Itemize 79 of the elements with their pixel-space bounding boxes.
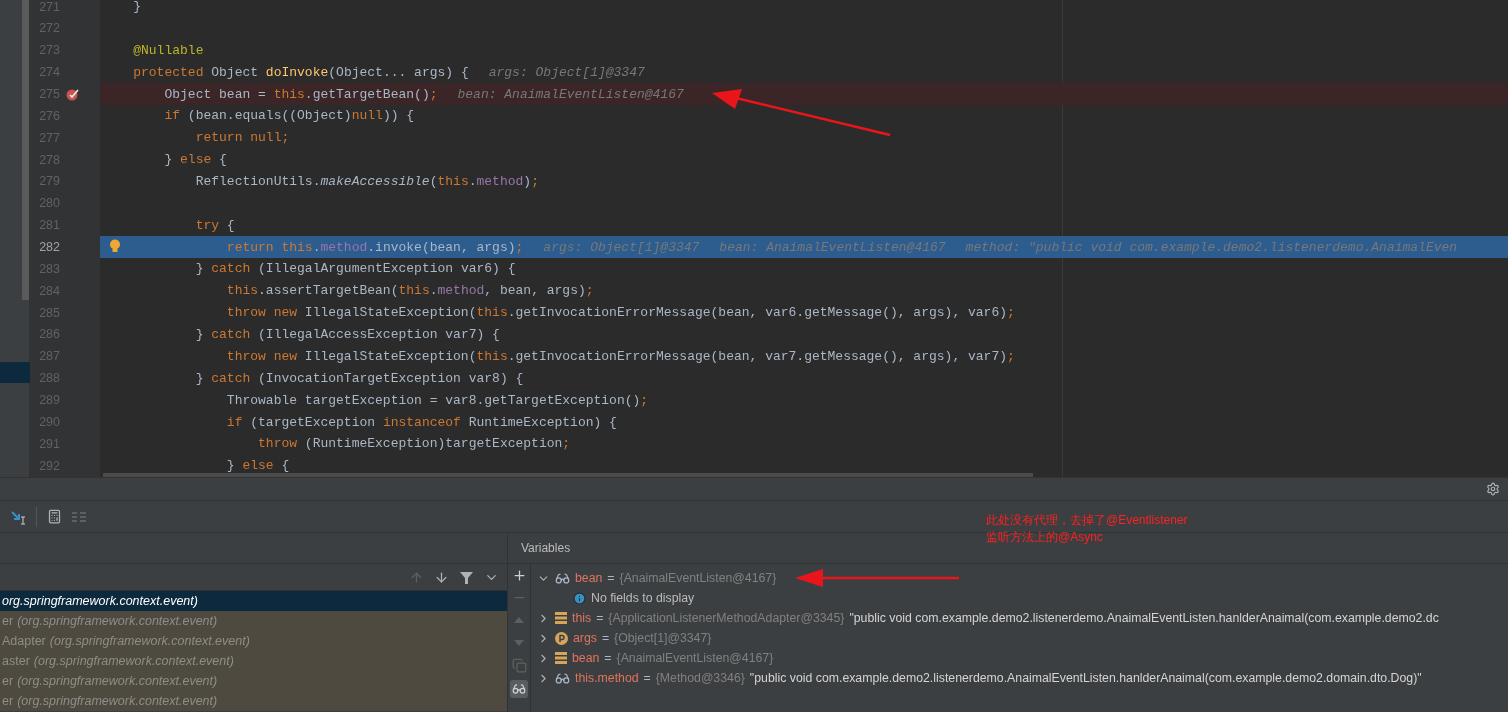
variable-description: "public void com.example.demo2.listenerdemo.AnaimalEventListen.hanlderAnaimal(com.example.demo2.dc xyxy=(849,609,1439,627)
code-line: if (bean.equals((Object)null)) { xyxy=(164,107,415,126)
glasses-icon[interactable] xyxy=(510,680,528,698)
code-line: } catch (IllegalAccessException var7) { xyxy=(195,326,500,345)
variable-row[interactable]: bean = {AnaimalEventListen@4167} xyxy=(537,648,1439,668)
frame-method: er xyxy=(2,672,14,690)
code-line: this.assertTargetBean(this.method, bean, args); xyxy=(226,282,594,301)
variable-row[interactable]: this = {ApplicationListenerMethodAdapter@3345} "public void com.example.demo2.listenerdemo.AnaimalEventListen.hanlderAnaimal(com.example.demo2.dc xyxy=(537,608,1439,628)
code-line: throw new IllegalStateException(this.getInvocationErrorMessage(bean, var6.getMessage(), args), var6); xyxy=(226,304,1015,323)
frame-row[interactable]: er (org.springframework.context.event) xyxy=(0,671,507,691)
variable-value: {AnaimalEventListen@4167} xyxy=(616,649,774,667)
variable-description: "public void com.example.demo2.listenerdemo.AnaimalEventListen.hanlderAnaimal(com.example.demo2.domain.dto.Dog)" xyxy=(749,669,1422,687)
equals-sign: = xyxy=(604,649,612,667)
code-line: } catch (InvocationTargetException var8) { xyxy=(195,369,524,388)
parameter-icon xyxy=(555,631,568,645)
frame-package: (org.springframework.context.event) xyxy=(17,672,218,690)
code-line: ReflectionUtils.makeAccessible(this.method); xyxy=(195,173,539,192)
info-message: No fields to display xyxy=(591,589,695,607)
frame-row[interactable]: er (org.springframework.context.event) xyxy=(0,611,507,631)
code-line: if (targetException instanceof RuntimeException) { xyxy=(226,413,617,432)
step-cursor-icon[interactable] xyxy=(10,508,26,525)
code-line: try { xyxy=(195,216,235,235)
code-line: } catch (IllegalArgumentException var6) { xyxy=(195,260,516,279)
breakpoint-icon[interactable] xyxy=(66,87,80,102)
equals-sign: = xyxy=(596,609,604,627)
selected-row xyxy=(0,362,30,383)
code-line: } else { xyxy=(164,151,227,170)
annotation-text: 此处没有代理，去掉了@Eventlistener xyxy=(986,512,1188,529)
variable-value: {Method@3346} xyxy=(655,669,745,687)
equals-sign: = xyxy=(643,669,651,687)
code-line: return this.method.invoke(bean, args); args: Object[1]@3347 bean: AnaimalEventListen@4167 method: "public void com.example.demo2.listenerdemo.AnaimalEven xyxy=(226,238,1458,257)
code-line: } xyxy=(133,0,142,17)
variable-value: {AnaimalEventListen@4167} xyxy=(619,569,777,587)
variable-value: {Object[1]@3347} xyxy=(614,629,712,647)
frame-package: (org.springframework.context.event) xyxy=(17,612,218,630)
variable-name: bean xyxy=(572,649,600,667)
variable-name: this.method xyxy=(575,669,639,687)
code-line: throw new IllegalStateException(this.getInvocationErrorMessage(bean, var7.getMessage(), args), var7); xyxy=(226,347,1015,366)
variable-name: bean xyxy=(575,569,603,587)
lightbulb-icon[interactable] xyxy=(109,239,121,254)
frame-package: (org.springframework.context.event) xyxy=(17,692,218,710)
line-number: 282 xyxy=(38,239,60,256)
variable-row[interactable]: bean = {AnaimalEventListen@4167} xyxy=(537,568,1439,588)
frame-method: er xyxy=(2,612,14,630)
filter-icon[interactable] xyxy=(459,569,474,585)
code-line: Throwable targetException = var8.getTargetException(); xyxy=(226,391,649,410)
calculator-icon[interactable] xyxy=(47,509,62,524)
code-line: } else { xyxy=(226,457,290,476)
frame-method: er xyxy=(2,692,14,710)
settings-icon[interactable] xyxy=(1486,482,1500,496)
variable-row[interactable]: this.method = {Method@3346} "public void com.example.demo2.listenerdemo.AnaimalEventListen.hanlderAnaimal(com.example.demo2.domain.dto.Dog)" xyxy=(537,668,1439,688)
field-icon xyxy=(555,652,567,664)
frame-row[interactable]: Adapter (org.springframework.context.event) xyxy=(0,631,507,651)
frame-package: org.springframework.context.event) xyxy=(2,592,198,610)
frame-package: (org.springframework.context.event) xyxy=(33,652,234,670)
equals-sign: = xyxy=(607,569,615,587)
variable-name: args xyxy=(573,629,597,647)
code-line: protected Object doInvoke(Object... args) { args: Object[1]@3347 xyxy=(133,63,645,82)
code-line: Object bean = this.getTargetBean(); bean: AnaimalEventListen@4167 xyxy=(164,85,684,104)
panel-title: Variables xyxy=(521,540,571,557)
frame-row[interactable]: aster (org.springframework.context.event) xyxy=(0,651,507,671)
frame-method: aster xyxy=(2,652,30,670)
variable-value: {ApplicationListenerMethodAdapter@3345} xyxy=(608,609,845,627)
plus-icon[interactable] xyxy=(511,568,527,583)
variable-name: this xyxy=(572,609,592,627)
code-line: return null; xyxy=(195,129,290,148)
annotation-text: 监听方法上的@Async xyxy=(986,529,1104,546)
frame-row[interactable]: org.springframework.context.event) xyxy=(0,591,507,611)
frame-package: (org.springframework.context.event) xyxy=(49,632,250,650)
field-icon xyxy=(555,612,567,624)
variable-row[interactable]: args = {Object[1]@3347} xyxy=(537,628,1439,648)
frame-method: Adapter xyxy=(2,632,46,650)
arrow-down-icon[interactable] xyxy=(434,569,449,585)
code-line: @Nullable xyxy=(133,41,204,60)
scrollbar[interactable] xyxy=(22,0,29,300)
code-line: throw (RuntimeException)targetException; xyxy=(258,435,571,454)
info-icon xyxy=(573,591,586,605)
equals-sign: = xyxy=(601,629,610,647)
frame-row[interactable]: er (org.springframework.context.event) xyxy=(0,691,507,711)
